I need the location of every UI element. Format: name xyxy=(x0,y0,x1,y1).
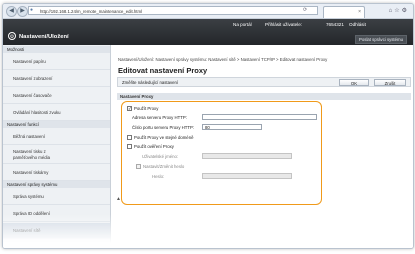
address-bar[interactable]: http://192.168.1.24/m_remote_maintenance… xyxy=(28,6,318,15)
browser-window: ◀ ▶ http://192.168.1.24/m_remote_mainten… xyxy=(2,3,414,249)
sidebar-item-security[interactable]: Nastavení zabezpečení xyxy=(3,240,110,248)
sidebar-item-volume[interactable]: Ovládání hlasitosti zvuku xyxy=(3,105,110,121)
logout-link[interactable]: Odhlásit xyxy=(349,22,366,27)
proxy-address-label: Adresa serveru Proxy HTTP: xyxy=(132,115,187,120)
sidebar-item-media-print[interactable]: Nastavení tisku z paměťového média xyxy=(3,146,110,164)
sidebar-item-printer[interactable]: Nastavení tiskárny xyxy=(3,165,110,181)
proxy-port-input[interactable]: 80 xyxy=(202,124,262,130)
refresh-icon[interactable]: ⟳ xyxy=(303,7,307,13)
header-top-row: Na portál Přihlásit uživatele: 7654321 O… xyxy=(3,19,413,29)
browser-toolbar: ◀ ▶ http://192.168.1.24/m_remote_mainten… xyxy=(3,4,413,19)
sidebar-item-system-management[interactable]: Správa systému xyxy=(3,189,110,205)
password-label: Heslo: xyxy=(152,174,165,179)
sidebar-section-functions: Nastavení funkcí xyxy=(3,121,110,128)
password-input[interactable] xyxy=(202,173,292,179)
proxy-address-input[interactable] xyxy=(202,114,317,120)
proxy-settings-panel: ✓ Použít Proxy Adresa serveru Proxy HTTP… xyxy=(121,101,322,205)
forward-button[interactable]: ▶ xyxy=(17,6,28,17)
cancel-button[interactable]: Zrušit xyxy=(374,79,406,86)
action-bar: Změňte následující nastavení OK Zrušit xyxy=(117,77,411,87)
browser-icons: ⌂☆⚙ xyxy=(389,7,409,14)
star-icon[interactable]: ☆ xyxy=(394,8,401,14)
app-title: Nastavení/Uložení xyxy=(19,34,69,40)
breadcrumb: Nastavení/Uložení: Nastavení správy syst… xyxy=(118,57,328,62)
user-label: Přihlásit uživatele: xyxy=(265,22,303,27)
use-proxy-checkbox[interactable]: ✓ xyxy=(127,106,132,111)
set-password-label: Nastavit/Změnit heslo xyxy=(143,164,185,169)
mail-admin-button[interactable]: Poslat správci systému xyxy=(355,35,407,44)
same-domain-checkbox[interactable] xyxy=(127,135,132,140)
sidebar-item-department-id[interactable]: Správa ID oddělení xyxy=(3,206,110,222)
tab-close-icon[interactable]: × xyxy=(358,9,361,15)
settings-logo-icon: ⚙ xyxy=(8,32,16,40)
proxy-auth-label: Použít ověření Proxy xyxy=(134,144,174,149)
sidebar-section-system: Nastavení správy systému xyxy=(3,181,110,188)
sidebar-item-common[interactable]: Běžná nastavení xyxy=(3,129,110,145)
gear-icon[interactable]: ⚙ xyxy=(402,8,409,14)
use-proxy-label: Použít Proxy xyxy=(134,106,159,111)
ok-button[interactable]: OK xyxy=(339,79,369,86)
username-label: Uživatelské jméno: xyxy=(142,154,179,159)
set-password-checkbox[interactable] xyxy=(136,164,141,169)
sidebar-item-paper[interactable]: Nastavení papíru xyxy=(3,54,110,70)
username-input[interactable] xyxy=(202,153,292,159)
back-to-top-icon[interactable]: ▲ xyxy=(116,196,121,202)
portal-link[interactable]: Na portál xyxy=(233,22,252,27)
user-id: 7654321 xyxy=(326,22,344,27)
same-domain-label: Použít Proxy ve stejné doméně xyxy=(134,135,194,140)
sidebar-item-display[interactable]: Nastavení zobrazení xyxy=(3,71,110,87)
section-header: Nastavení Proxy xyxy=(117,93,411,100)
app-header: Na portál Přihlásit uživatele: 7654321 O… xyxy=(3,19,413,45)
browser-tab[interactable]: × xyxy=(323,6,365,18)
sidebar-item-timer[interactable]: Nastavení časovače xyxy=(3,88,110,104)
sidebar-section-options: Možnosti xyxy=(3,46,110,53)
sidebar: Možnosti Nastavení papíru Nastavení zobr… xyxy=(3,45,111,248)
proxy-auth-checkbox[interactable] xyxy=(127,144,132,149)
action-label: Změňte následující nastavení xyxy=(122,80,179,85)
sidebar-item-network[interactable]: Nastavení sítě xyxy=(3,223,110,239)
back-button[interactable]: ◀ xyxy=(6,6,17,17)
main-content: Nastavení/Uložení: Nastavení správy syst… xyxy=(111,45,413,248)
proxy-port-label: Číslo portu serveru Proxy HTTP: xyxy=(132,125,195,130)
page-title: Editovat nastavení Proxy xyxy=(118,66,208,75)
page-icon: ● xyxy=(30,7,34,13)
